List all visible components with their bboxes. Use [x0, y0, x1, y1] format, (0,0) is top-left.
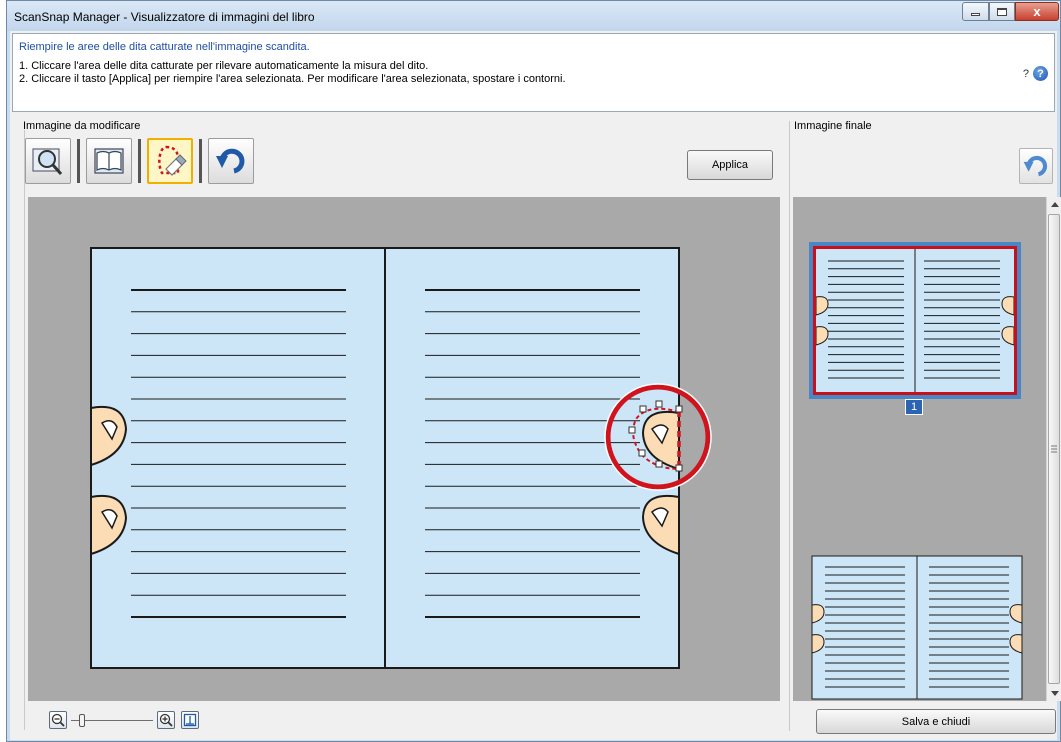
thumbnail-book: [811, 555, 1023, 700]
group-divider: [789, 121, 790, 731]
thumbnail-page-number: 1: [905, 399, 923, 415]
instruction-step-2: 2. Cliccare il tasto [Applica] per riemp…: [19, 73, 566, 85]
edit-toolbar: [25, 137, 254, 185]
vertical-scrollbar[interactable]: [1046, 197, 1061, 701]
finger-fill-icon: [158, 145, 187, 176]
fit-page-icon: [183, 713, 197, 727]
app-window: ScanSnap Manager - Visualizzatore di imm…: [6, 0, 1061, 742]
instruction-step-1: 1. Cliccare l'area delle dita catturate …: [19, 60, 429, 72]
book-image: [90, 247, 712, 669]
toolbar-separator: [138, 139, 141, 183]
client-area: Riempire le aree delle dita catturate ne…: [10, 31, 1061, 740]
title-bar[interactable]: ScanSnap Manager - Visualizzatore di imm…: [7, 1, 1060, 31]
fit-page-button[interactable]: [181, 711, 199, 729]
question-icon[interactable]: ?: [1033, 66, 1048, 81]
help-label: ?: [1022, 67, 1029, 80]
instruction-title: Riempire le aree delle dita catturate ne…: [19, 41, 310, 53]
maximize-icon: [997, 7, 1007, 16]
zoom-slider[interactable]: [71, 712, 153, 728]
zoom-in-button[interactable]: [157, 711, 175, 729]
maximize-button[interactable]: [989, 2, 1015, 21]
window-title: ScanSnap Manager - Visualizzatore di imm…: [14, 10, 315, 24]
edit-image-label: Immagine da modificare: [23, 120, 141, 132]
scroll-down-button[interactable]: [1047, 686, 1061, 701]
book-crop-button[interactable]: [86, 138, 132, 184]
close-button[interactable]: x: [1015, 2, 1059, 21]
final-undo-button[interactable]: [1019, 148, 1053, 184]
thumbnail-book: [815, 249, 1015, 392]
zoom-out-button[interactable]: [49, 711, 67, 729]
zoom-slider-thumb[interactable]: [79, 714, 85, 727]
thumbnail-page-2[interactable]: [811, 555, 1023, 700]
view-finder-icon: [32, 148, 63, 175]
thumbnail-page-1[interactable]: [809, 242, 1021, 399]
minimize-button[interactable]: [962, 2, 989, 21]
chevron-up-icon: [1050, 202, 1059, 207]
zoom-in-icon: [159, 713, 173, 727]
apply-button[interactable]: Applica: [687, 150, 773, 180]
thumbnail-image: [813, 246, 1017, 395]
instruction-panel: Riempire le aree delle dita catturate ne…: [12, 33, 1055, 112]
save-and-close-button[interactable]: Salva e chiudi: [816, 709, 1056, 734]
finger-fill-button[interactable]: [147, 138, 193, 184]
scroll-up-button[interactable]: [1047, 197, 1061, 212]
final-image-label: Immagine finale: [794, 120, 872, 132]
undo-icon: [1023, 155, 1048, 177]
minimize-icon: [971, 13, 980, 16]
zoom-controls: [49, 709, 199, 731]
view-finder-button[interactable]: [25, 138, 71, 184]
help-link[interactable]: ? ?: [1023, 66, 1048, 81]
grip-icon: [1051, 445, 1057, 453]
close-icon: x: [1033, 4, 1041, 19]
thumbnail-list[interactable]: 1: [793, 197, 1061, 701]
toolbar-separator: [77, 139, 80, 183]
chevron-down-icon: [1050, 691, 1059, 696]
undo-button[interactable]: [208, 138, 254, 184]
book-crop-icon: [94, 148, 124, 174]
toolbar-separator: [199, 139, 202, 183]
edit-canvas[interactable]: [28, 197, 780, 701]
scroll-thumb[interactable]: [1048, 214, 1060, 684]
undo-icon: [216, 148, 245, 174]
zoom-out-icon: [51, 713, 65, 727]
group-divider: [24, 130, 25, 730]
